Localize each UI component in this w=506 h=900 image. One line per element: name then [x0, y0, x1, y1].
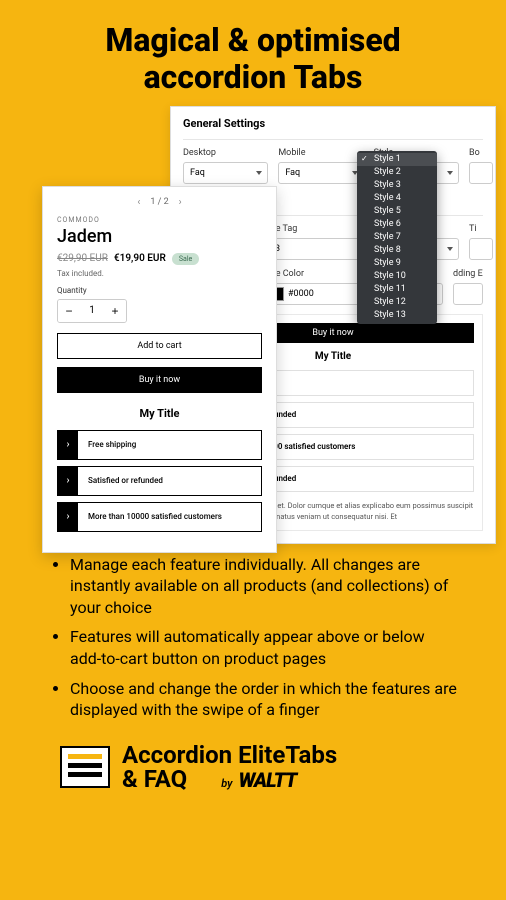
pager-text: 1 / 2: [150, 197, 168, 207]
style-option[interactable]: Style 2: [357, 166, 437, 179]
old-price: €29,90 EUR: [57, 253, 108, 264]
select-desktop-value: Faq: [183, 162, 268, 184]
style-option[interactable]: Style 9: [357, 257, 437, 270]
product-card: ‹ 1 / 2 › COMMODO Jadem €29,90 EUR €19,9…: [42, 186, 277, 553]
label-ti: Ti: [469, 224, 483, 234]
bullet-item: Features will automatically appear above…: [70, 626, 458, 669]
brand-footer: Accordion EliteTabs & FAQ by WALTT: [0, 729, 506, 791]
field-padding-cut: dding E: [453, 269, 483, 305]
tax-note: Tax included.: [57, 269, 262, 278]
product-name: Jadem: [57, 226, 262, 247]
style-option[interactable]: Style 13: [357, 309, 437, 322]
brand-logo-icon: [60, 746, 110, 788]
hero-title: Magical & optimised accordion Tabs: [0, 0, 506, 96]
style-option[interactable]: Style 12: [357, 296, 437, 309]
qty-value: 1: [80, 305, 104, 316]
style-option[interactable]: Style 7: [357, 231, 437, 244]
accordion-row[interactable]: › Satisfied or refunded: [57, 466, 262, 496]
brand-faq: & FAQ: [122, 767, 187, 791]
quantity-stepper: − 1 +: [57, 299, 127, 323]
select-desktop[interactable]: Faq: [183, 162, 268, 184]
chevron-right-icon: ›: [58, 467, 78, 495]
chevron-right-icon: ›: [58, 503, 78, 531]
color-value: #0000: [288, 289, 314, 299]
brand-text: Accordion EliteTabs & FAQ by WALTT: [122, 743, 337, 791]
screenshot-collage: General Settings Desktop Faq Mobile Faq …: [0, 106, 506, 546]
chevron-right-icon[interactable]: ›: [179, 197, 182, 208]
product-section-title: My Title: [57, 407, 262, 420]
bullet-item: Manage each feature individually. All ch…: [70, 554, 458, 619]
accordion-row[interactable]: › Free shipping: [57, 430, 262, 460]
sale-badge: Sale: [172, 253, 199, 265]
accordion-row-label: More than 10000 satisfied customers: [88, 512, 222, 521]
accordion-row[interactable]: › More than 10000 satisfied customers: [57, 502, 262, 532]
field-border-cut: Bo: [469, 148, 483, 184]
hero-line-1: Magical & optimised: [0, 22, 506, 59]
field-desktop: Desktop Faq: [183, 148, 268, 184]
style-option[interactable]: Style 1: [357, 153, 437, 166]
style-option[interactable]: Style 6: [357, 218, 437, 231]
hero-line-2: accordion Tabs: [0, 59, 506, 96]
select-mobile-value: Faq: [278, 162, 363, 184]
price-line: €29,90 EUR €19,90 EUR Sale: [57, 253, 262, 265]
style-dropdown[interactable]: Style 1Style 2Style 3Style 4Style 5Style…: [357, 151, 437, 324]
bullet-item: Choose and change the order in which the…: [70, 678, 458, 721]
vendor-label: COMMODO: [57, 216, 262, 224]
accordion-row-label: Satisfied or refunded: [88, 476, 163, 485]
buy-now-button[interactable]: Buy it now: [57, 367, 262, 393]
chevron-right-icon: ›: [58, 431, 78, 459]
qty-minus-button[interactable]: −: [58, 300, 80, 322]
brand-line-1: Accordion EliteTabs: [122, 743, 337, 767]
style-option[interactable]: Style 4: [357, 192, 437, 205]
style-option[interactable]: Style 5: [357, 205, 437, 218]
label-desktop: Desktop: [183, 148, 268, 158]
general-settings-heading: General Settings: [183, 117, 483, 130]
qty-plus-button[interactable]: +: [104, 300, 126, 322]
label-border: Bo: [469, 148, 483, 158]
field-mobile: Mobile Faq: [278, 148, 363, 184]
quantity-label: Quantity: [57, 286, 262, 295]
chevron-left-icon[interactable]: ‹: [137, 197, 140, 208]
brand-by: by: [221, 778, 232, 789]
select-mobile[interactable]: Faq: [278, 162, 363, 184]
label-mobile: Mobile: [278, 148, 363, 158]
style-option[interactable]: Style 8: [357, 244, 437, 257]
accordion-row-label: Free shipping: [88, 440, 136, 449]
divider: [183, 139, 483, 140]
add-to-cart-button[interactable]: Add to cart: [57, 333, 262, 359]
style-option[interactable]: Style 11: [357, 283, 437, 296]
field-ti-cut: Ti: [469, 224, 483, 260]
label-padding: dding E: [453, 269, 483, 279]
style-option[interactable]: Style 3: [357, 179, 437, 192]
style-option[interactable]: Style 10: [357, 270, 437, 283]
brand-author: WALTT: [238, 770, 296, 790]
feature-bullets: Manage each feature individually. All ch…: [0, 546, 506, 721]
new-price: €19,90 EUR: [114, 253, 166, 264]
image-pager: ‹ 1 / 2 ›: [57, 197, 262, 208]
